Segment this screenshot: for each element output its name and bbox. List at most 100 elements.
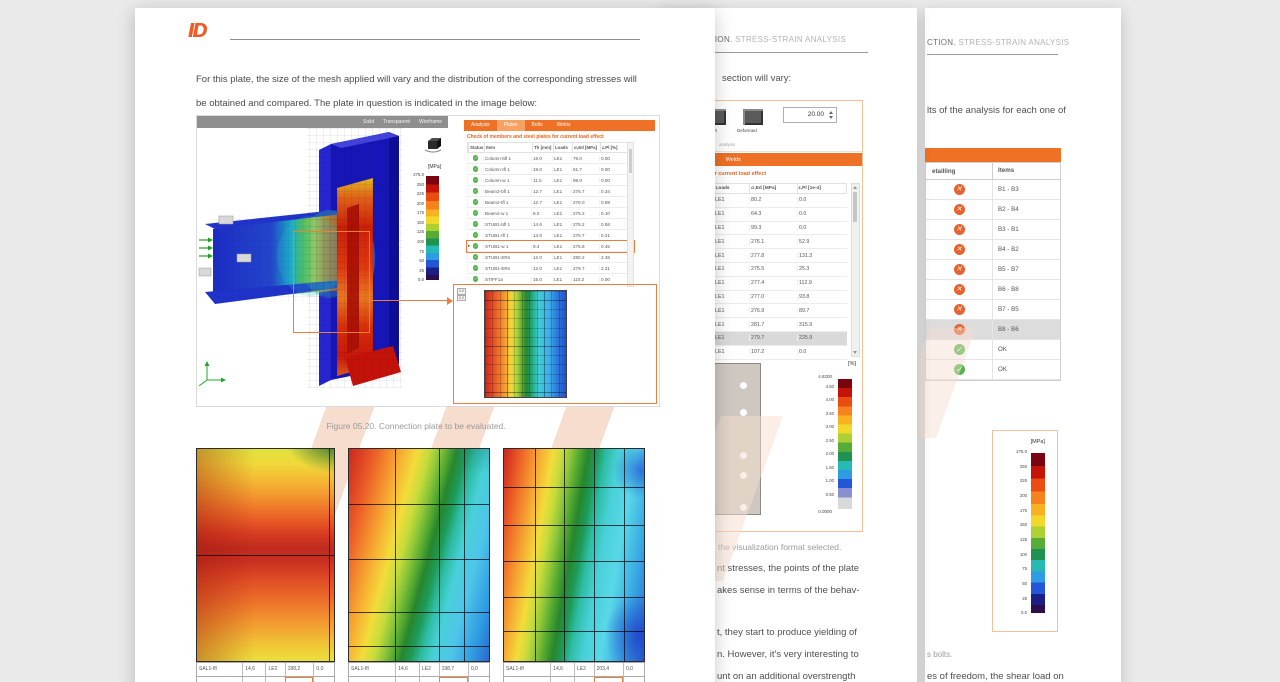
cell-epl: 0.0 bbox=[797, 349, 847, 356]
cell-sed: 275.8 bbox=[571, 243, 599, 249]
result-cell: LE2 bbox=[418, 663, 439, 676]
result-cell: 14,6 bbox=[395, 663, 419, 676]
body-paragraph: t, they start to produce yielding of n. … bbox=[717, 627, 859, 682]
cell-items: OK bbox=[992, 340, 1056, 359]
toolbar-label: Deformed bbox=[737, 128, 757, 133]
viewer-menu-item[interactable]: Wireframe bbox=[419, 119, 442, 125]
mesh-line bbox=[593, 449, 595, 661]
scale-tick-label: 25 bbox=[1022, 595, 1027, 601]
deformed-toggle-icon[interactable] bbox=[743, 109, 763, 125]
cell-loads: LE1 bbox=[713, 266, 749, 273]
result-cell: SAL1-tfl bbox=[506, 666, 524, 672]
scale-tick-label: 3.50 bbox=[825, 410, 834, 416]
mesh-line bbox=[504, 631, 644, 633]
cell-sed: 99.3 bbox=[749, 224, 797, 231]
cell-loads: LE1 bbox=[552, 155, 571, 161]
table-row[interactable]: STUB1-ERs 12.0 LE1 280.2 2.48 bbox=[467, 252, 634, 263]
result-row-partial bbox=[349, 677, 489, 682]
cell-epl: 2.21 bbox=[599, 265, 621, 271]
cell-items: OK bbox=[992, 360, 1056, 379]
scale-tick-label: 200 bbox=[416, 200, 424, 206]
panel-tab[interactable]: Plates bbox=[496, 120, 525, 131]
table-row[interactable]: Beam2-w 1 8.0 LE1 275.2 0.10 bbox=[467, 208, 634, 219]
table-row[interactable]: B4 - B2 bbox=[926, 240, 1060, 260]
header-rule bbox=[927, 54, 1058, 55]
scale-tick-label: 200 bbox=[1019, 493, 1027, 499]
figure-caption: s bolts. bbox=[927, 650, 953, 659]
viewer-menu-item[interactable]: Solid bbox=[363, 119, 374, 125]
table-row[interactable]: B3 - B1 bbox=[926, 220, 1060, 240]
mesh-line bbox=[395, 449, 397, 661]
scale-tick-label: 250 bbox=[1019, 463, 1027, 469]
table-row[interactable]: STUB1-bfl 1 14.6 LE1 276.2 0.58 bbox=[467, 219, 634, 230]
table-row[interactable]: Column-bfl 1 19.0 LE1 76.0 0.00 bbox=[467, 153, 634, 164]
spinner-down-icon[interactable] bbox=[829, 116, 833, 119]
table-header-row: etailling Items bbox=[926, 163, 1060, 180]
mesh-plot-fine bbox=[503, 448, 645, 662]
document-page-3: CTION. STRESS-STRAIN ANALYSIS lts of the… bbox=[889, 8, 1121, 682]
panel-tab[interactable]: Bolts bbox=[525, 120, 550, 131]
result-row-partial bbox=[504, 677, 644, 682]
mesh-line bbox=[463, 449, 465, 661]
mesh-line bbox=[504, 525, 644, 527]
table-row[interactable]: Column-tfl 1 19.0 LE1 61.7 0.00 bbox=[467, 164, 634, 175]
scrollbar-thumb[interactable] bbox=[628, 149, 632, 173]
figure-caption: Figure 05.20. Connection plate to be eva… bbox=[326, 421, 506, 431]
view-cube-icon[interactable] bbox=[424, 136, 442, 153]
scale-tick-label: 2.50 bbox=[825, 437, 834, 443]
cell-epl: 0.00 bbox=[599, 276, 621, 282]
status-check-icon bbox=[472, 254, 479, 260]
scrollbar-thumb[interactable] bbox=[853, 192, 857, 222]
scale-tick-label: 75 bbox=[419, 248, 424, 254]
column-header: Item bbox=[484, 143, 532, 152]
table-row[interactable]: ▸ STUB1-w 1 9.4 LE1 275.8 0.45 bbox=[466, 240, 635, 253]
intro-line: be obtained and compared. The plate in q… bbox=[196, 98, 537, 109]
panel-tab[interactable]: Welds bbox=[550, 120, 578, 131]
scale-min-label: 0.0000 bbox=[818, 509, 832, 514]
running-header: CTION. STRESS-STRAIN ANALYSIS bbox=[927, 38, 1069, 47]
mesh-plot-coarse bbox=[196, 448, 335, 662]
cell-loads: LE1 bbox=[713, 307, 749, 314]
spinner-value[interactable]: 20.00 bbox=[808, 111, 824, 118]
status-check-icon bbox=[472, 199, 479, 205]
scale-ticks: 4.50 4.00 3.50 3.00 2.50 2.00 1.50 1.00 0.50 bbox=[814, 384, 834, 497]
cell-loads: LE1 bbox=[713, 293, 749, 300]
readout-value: 0,0 bbox=[457, 294, 466, 301]
cell-item: Column-tfl 1 bbox=[483, 166, 531, 172]
spinner-up-icon[interactable] bbox=[829, 111, 833, 114]
table-row[interactable]: B5 - B7 bbox=[926, 260, 1060, 280]
table-row[interactable]: Column-w 1 11.0 LE1 99.0 0.00 bbox=[467, 175, 634, 186]
cell-items: B3 - B1 bbox=[992, 220, 1056, 239]
table-row[interactable]: STUB1-tfl 1 14.6 LE1 275.7 0.21 bbox=[467, 230, 634, 241]
table-row[interactable]: B7 - B5 bbox=[926, 300, 1060, 320]
table-row[interactable]: B6 - B8 bbox=[926, 280, 1060, 300]
scroll-down-icon[interactable] bbox=[853, 351, 857, 354]
cell-epl: 0.00 bbox=[599, 155, 621, 161]
cell-sed: 277.4 bbox=[749, 280, 797, 287]
table-row[interactable]: B2 - B4 bbox=[926, 200, 1060, 220]
scale-gradient-bar bbox=[426, 176, 439, 280]
mesh-line bbox=[504, 487, 644, 489]
toolbar-note: analysis bbox=[719, 142, 736, 147]
result-row-partial bbox=[197, 677, 334, 682]
viewer-menu-item[interactable]: Transparent bbox=[383, 119, 410, 125]
cell-sed: 277.0 bbox=[749, 293, 797, 300]
table-row[interactable]: STUB1-ERs 12.0 LE1 279.7 2.21 bbox=[467, 263, 634, 274]
cell-epl: 0.00 bbox=[599, 166, 621, 172]
scale-tick-label: 0.0 bbox=[1021, 610, 1027, 616]
panel-tab[interactable]: Analysis bbox=[464, 120, 497, 131]
table-row[interactable]: Beam2-tfl 1 12.7 LE1 276.0 0.89 bbox=[467, 197, 634, 208]
table-row[interactable]: B1 - B3 bbox=[926, 180, 1060, 200]
scale-spinner[interactable]: 20.00 bbox=[783, 107, 837, 123]
table-row[interactable]: Beam2-bfl 1 12.7 LE1 275.7 0.34 bbox=[467, 186, 634, 197]
scroll-up-icon[interactable] bbox=[853, 186, 857, 189]
panel-tab[interactable]: Welds bbox=[726, 157, 741, 163]
intro-line: For this plate, the size of the mesh app… bbox=[196, 74, 637, 85]
mesh-line bbox=[504, 561, 644, 563]
table-scrollbar[interactable] bbox=[851, 183, 860, 357]
plate-detail-panel: 0,0 0,0 bbox=[453, 284, 657, 404]
checks-panel: Analysis Plates Bolts Welds Check of member… bbox=[448, 116, 659, 406]
fem-3d-view[interactable]: Solid Transparent Wireframe [MPa] 275.0 … bbox=[197, 116, 448, 406]
table-scrollbar[interactable] bbox=[627, 142, 634, 287]
column-header: σ,Ed [MPa] bbox=[749, 184, 796, 193]
